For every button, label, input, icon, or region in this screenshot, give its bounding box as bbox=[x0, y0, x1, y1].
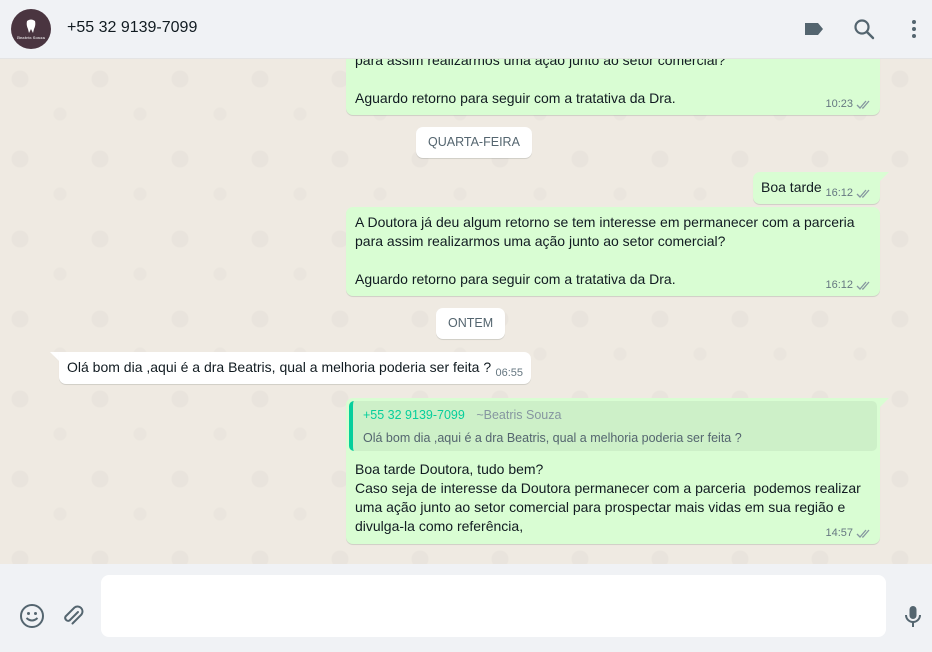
message-meta: 14:57 bbox=[825, 527, 872, 539]
quoted-text: Olá bom dia ,aqui é a dra Beatris, qual … bbox=[363, 431, 742, 445]
message-outgoing[interactable]: A Doutora já deu algum retorno se tem in… bbox=[346, 207, 880, 296]
double-check-icon bbox=[856, 281, 870, 290]
date-divider: ONTEM bbox=[436, 308, 506, 339]
message-input[interactable] bbox=[101, 575, 886, 637]
message-incoming[interactable]: Olá bom dia ,aqui é a dra Beatris, qual … bbox=[59, 352, 531, 384]
message-outgoing[interactable]: +55 32 9139-7099 ~Beatris Souza Olá bom … bbox=[346, 398, 880, 544]
date-divider: QUARTA-FEIRA bbox=[416, 127, 532, 158]
message-time: 16:12 bbox=[825, 187, 853, 199]
message-time: 14:57 bbox=[825, 527, 853, 539]
contact-name[interactable]: +55 32 9139-7099 bbox=[67, 19, 197, 37]
message-time: 06:55 bbox=[495, 367, 523, 379]
bubble-tail bbox=[880, 172, 889, 181]
search-icon[interactable] bbox=[852, 17, 876, 41]
message-meta: 10:23 bbox=[825, 98, 872, 110]
double-check-icon bbox=[856, 189, 870, 198]
message-text: para assim realizarmos uma ação junto ao… bbox=[355, 59, 726, 68]
emoji-icon[interactable] bbox=[19, 603, 45, 629]
logo-text: Beatris Souza bbox=[17, 35, 46, 40]
message-list[interactable]: para assim realizarmos uma ação junto ao… bbox=[0, 59, 932, 564]
double-check-icon bbox=[856, 100, 870, 109]
bubble-tail bbox=[880, 398, 889, 407]
menu-icon[interactable] bbox=[902, 17, 926, 41]
chat-header: Beatris Souza +55 32 9139-7099 bbox=[0, 0, 932, 59]
quoted-message[interactable]: +55 32 9139-7099 ~Beatris Souza Olá bom … bbox=[349, 401, 877, 451]
message-text: Olá bom dia ,aqui é a dra Beatris, qual … bbox=[67, 359, 492, 375]
bubble-tail bbox=[50, 352, 59, 361]
mic-icon[interactable] bbox=[900, 603, 926, 629]
label-icon[interactable] bbox=[802, 17, 826, 41]
message-meta: 06:55 bbox=[495, 367, 523, 379]
logo-icon: Beatris Souza bbox=[17, 19, 46, 40]
message-time: 10:23 bbox=[825, 98, 853, 110]
message-outgoing[interactable]: para assim realizarmos uma ação junto ao… bbox=[346, 59, 880, 115]
composer-bar bbox=[0, 564, 932, 652]
message-meta: 16:12 bbox=[825, 187, 872, 199]
message-text: A Doutora já deu algum retorno se tem in… bbox=[355, 214, 855, 287]
message-outgoing[interactable]: Boa tarde 16:12 bbox=[753, 172, 880, 204]
message-text: Aguardo retorno para seguir com a tratat… bbox=[355, 90, 676, 106]
attach-icon[interactable] bbox=[60, 603, 86, 629]
message-text: Boa tarde Doutora, tudo bem? Caso seja d… bbox=[355, 461, 861, 534]
avatar[interactable]: Beatris Souza bbox=[11, 9, 51, 49]
message-meta: 16:12 bbox=[825, 279, 872, 291]
quoted-author: +55 32 9139-7099 bbox=[363, 408, 465, 422]
quoted-pushname: ~Beatris Souza bbox=[476, 408, 562, 422]
double-check-icon bbox=[856, 529, 870, 538]
message-time: 16:12 bbox=[825, 279, 853, 291]
